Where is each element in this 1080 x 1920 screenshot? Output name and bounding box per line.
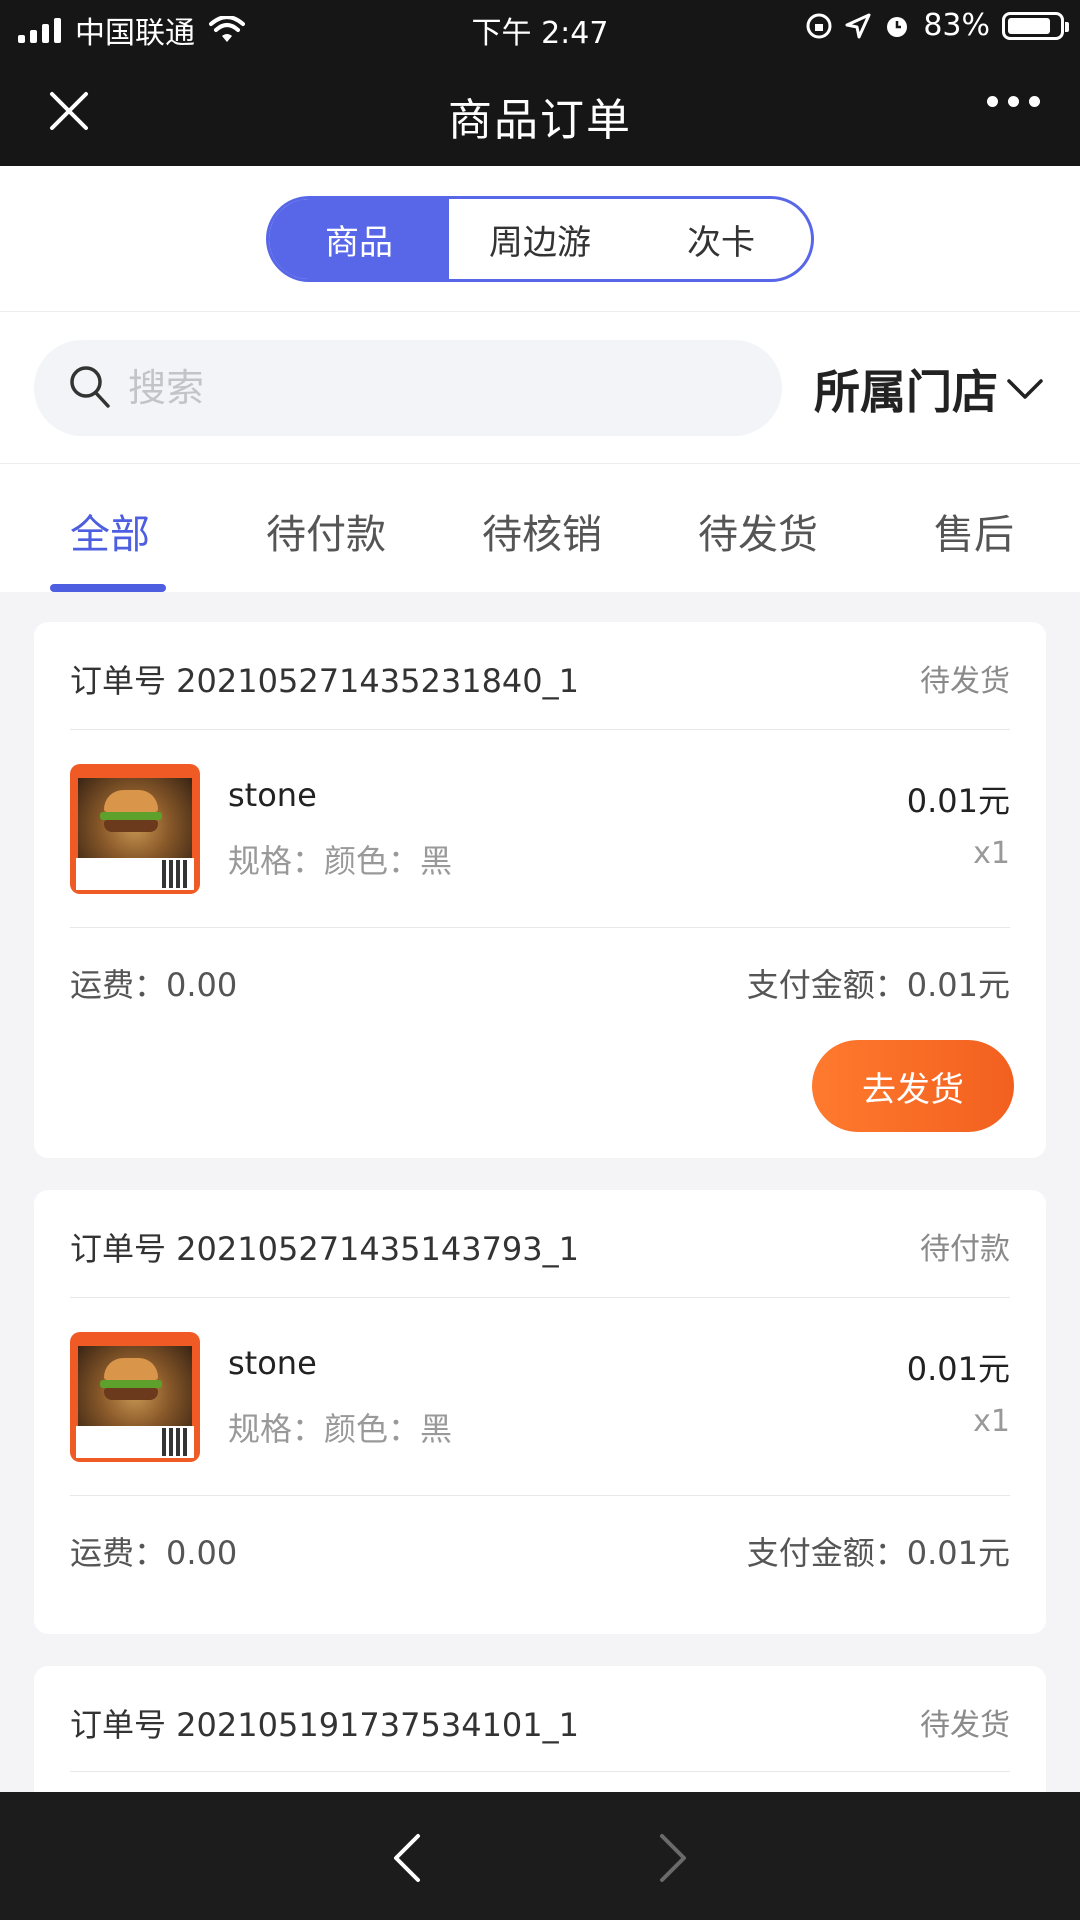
rotation-lock-icon: [806, 13, 832, 38]
category-segmented-control: 商品 周边游 次卡: [266, 196, 814, 282]
order-number: 订单号 202105271435231840_1: [70, 662, 580, 700]
tab-after-sales[interactable]: 售后: [934, 502, 1014, 560]
tab-pending-shipment[interactable]: 待发货: [698, 502, 818, 560]
paid-amount: 支付金额：0.01元: [746, 1534, 1010, 1572]
status-tabs: 全部 待付款 待核销 待发货 售后: [0, 464, 1080, 592]
status-bar: 中国联通 下午 2:47 83%: [0, 0, 1080, 56]
product-spec: 规格：颜色：黑: [228, 842, 453, 880]
product-price: 0.01元: [906, 1350, 1010, 1388]
order-card[interactable]: 订单号 202105271435231840_1 待发货 stone 规格：颜色…: [34, 622, 1046, 1158]
forward-arrow-icon[interactable]: [652, 1832, 692, 1884]
order-header: 订单号 202105271435231840_1 待发货: [70, 622, 1010, 730]
tab-all[interactable]: 全部: [70, 502, 150, 560]
freight-fee: 运费：0.00: [70, 966, 238, 1004]
product-thumbnail: [70, 1332, 200, 1462]
product-row[interactable]: stone 规格：颜色：黑 0.01元 x1: [70, 730, 1010, 928]
product-quantity: x1: [973, 1404, 1010, 1439]
search-icon: [70, 366, 110, 408]
search-input[interactable]: [128, 360, 728, 416]
search-area: 所属门店: [0, 312, 1080, 464]
order-status: 待发货: [920, 664, 1010, 699]
qr-code-icon: [162, 1428, 190, 1456]
order-header: 订单号 202105271435143793_1 待付款: [70, 1190, 1010, 1298]
product-spec: 规格：颜色：黑: [228, 1410, 453, 1448]
segment-passes[interactable]: 次卡: [631, 199, 811, 279]
tab-pending-verification[interactable]: 待核销: [482, 502, 602, 560]
product-quantity: x1: [973, 836, 1010, 871]
product-name: stone: [228, 1344, 317, 1382]
paid-amount: 支付金额：0.01元: [746, 966, 1010, 1004]
order-number: 订单号 202105191737534101_1: [70, 1706, 580, 1744]
page-title: 商品订单: [448, 95, 632, 146]
order-number: 订单号 202105271435143793_1: [70, 1230, 580, 1268]
battery-fill: [1008, 17, 1050, 34]
segment-area: 商品 周边游 次卡: [0, 166, 1080, 312]
segment-tours[interactable]: 周边游: [449, 199, 631, 279]
battery-icon: [1002, 11, 1069, 40]
search-box[interactable]: [34, 340, 782, 436]
tab-indicator: [50, 584, 166, 592]
more-icon[interactable]: [987, 96, 1040, 107]
product-price: 0.01元: [906, 782, 1010, 820]
tab-pending-payment[interactable]: 待付款: [266, 502, 386, 560]
alarm-icon: [887, 16, 908, 37]
store-filter-dropdown[interactable]: 所属门店: [814, 356, 1044, 422]
location-icon: [845, 13, 871, 38]
order-summary: 运费：0.00 支付金额：0.01元: [70, 928, 1010, 1032]
order-header: 订单号 202105191737534101_1 待发货: [70, 1666, 1010, 1772]
product-row[interactable]: stone 规格：颜色：黑 0.01元 x1: [70, 1298, 1010, 1496]
chevron-down-icon: [1007, 379, 1043, 399]
order-card[interactable]: 订单号 202105271435143793_1 待付款 stone 规格：颜色…: [34, 1190, 1046, 1634]
freight-fee: 运费：0.00: [70, 1534, 238, 1572]
status-right: 83%: [805, 8, 1069, 43]
segment-goods[interactable]: 商品: [269, 199, 449, 279]
store-filter-label: 所属门店: [814, 365, 998, 419]
product-name: stone: [228, 776, 317, 814]
ship-button[interactable]: 去发货: [812, 1040, 1014, 1132]
nav-bar: 商品订单: [0, 56, 1080, 166]
battery-percent: 83%: [923, 8, 990, 43]
order-summary: 运费：0.00 支付金额：0.01元: [70, 1496, 1010, 1600]
qr-code-icon: [162, 860, 190, 888]
order-status: 待付款: [920, 1232, 1010, 1267]
product-thumbnail: [70, 764, 200, 894]
back-arrow-icon[interactable]: [388, 1832, 428, 1884]
order-status: 待发货: [920, 1708, 1010, 1743]
bottom-navigation-bar: [0, 1792, 1080, 1920]
